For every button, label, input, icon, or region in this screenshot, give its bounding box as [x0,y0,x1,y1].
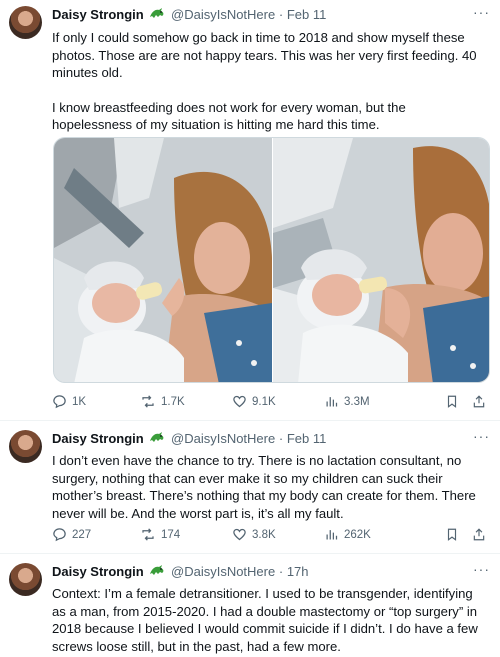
tweet-header: Daisy Strongin @DaisyIsNotHere · Feb 11 … [52,4,490,27]
tweet-paragraph: I know breastfeeding does not work for e… [52,99,406,133]
more-options-icon[interactable]: ··· [473,428,490,444]
dragon-emoji-icon [149,431,165,448]
avatar[interactable] [9,563,42,596]
user-handle[interactable]: @DaisyIsNotHere [171,7,275,22]
like-button[interactable]: 9.1K [232,394,276,409]
tweet-1[interactable]: Daisy Strongin @DaisyIsNotHere · Feb 11 … [0,0,500,421]
like-count: 9.1K [252,395,276,408]
reply-count: 1K [72,395,87,408]
like-count: 3.8K [252,528,276,541]
reply-count: 227 [72,528,92,541]
more-options-icon[interactable]: ··· [473,4,490,20]
views-count: 3.3M [344,395,370,408]
separator-dot: · [278,431,284,446]
views-icon [324,527,339,542]
display-name[interactable]: Daisy Strongin [52,7,144,22]
tweet-paragraph: I don’t even have the chance to try. The… [52,453,476,521]
tweet-header: Daisy Strongin @DaisyIsNotHere · Feb 11 … [52,428,490,451]
share-icon[interactable] [472,527,486,542]
tweet-header: Daisy Strongin @DaisyIsNotHere · 17h ··· [52,561,490,584]
display-name[interactable]: Daisy Strongin [52,564,144,579]
media-grid[interactable] [53,137,490,383]
heart-icon [232,394,247,409]
user-handle[interactable]: @DaisyIsNotHere [171,431,275,446]
more-options-icon[interactable]: ··· [473,561,490,577]
repost-count: 1.7K [161,395,185,408]
timestamp[interactable]: Feb 11 [287,431,327,446]
share-icon[interactable] [472,394,486,409]
separator-dot: · [278,7,284,22]
dragon-emoji-icon [149,564,165,581]
action-bar: 1K 1.7K 9.1K 3.3M [52,394,486,412]
like-button[interactable]: 3.8K [232,527,276,542]
reply-button[interactable]: 1K [52,394,86,409]
bookmark-icon[interactable] [445,394,459,409]
timestamp[interactable]: 17h [287,564,309,579]
views-count: 262K [344,528,371,541]
tweet-paragraph: Context: I’m a female detransitioner. I … [52,586,478,654]
user-handle[interactable]: @DaisyIsNotHere [171,564,275,579]
bookmark-icon[interactable] [445,527,459,542]
reply-button[interactable]: 227 [52,527,91,542]
reply-icon [52,394,67,409]
repost-icon [140,527,156,542]
repost-button[interactable]: 174 [140,527,180,542]
heart-icon [232,527,247,542]
tweet-paragraph: If only I could somehow go back in time … [52,30,477,81]
tweet-text: Context: I’m a female detransitioner. I … [52,585,486,655]
avatar[interactable] [9,430,42,463]
photo-right[interactable] [273,138,489,382]
repost-icon [140,394,156,409]
repost-button[interactable]: 1.7K [140,394,185,409]
tweet-text: I don’t even have the chance to try. The… [52,452,486,522]
reply-icon [52,527,67,542]
separator-dot: · [278,564,284,579]
views-button[interactable]: 262K [324,527,371,542]
avatar[interactable] [9,6,42,39]
tweet-2[interactable]: Daisy Strongin @DaisyIsNotHere · Feb 11 … [0,421,500,554]
dragon-emoji-icon [149,7,165,24]
tweet-3[interactable]: Daisy Strongin @DaisyIsNotHere · 17h ···… [0,554,500,657]
photo-left[interactable] [54,138,272,382]
views-button[interactable]: 3.3M [324,394,370,409]
repost-count: 174 [161,528,181,541]
timestamp[interactable]: Feb 11 [287,7,327,22]
tweet-text: If only I could somehow go back in time … [52,29,486,134]
display-name[interactable]: Daisy Strongin [52,431,144,446]
views-icon [324,394,339,409]
action-bar: 227 174 3.8K 262K [52,527,486,545]
